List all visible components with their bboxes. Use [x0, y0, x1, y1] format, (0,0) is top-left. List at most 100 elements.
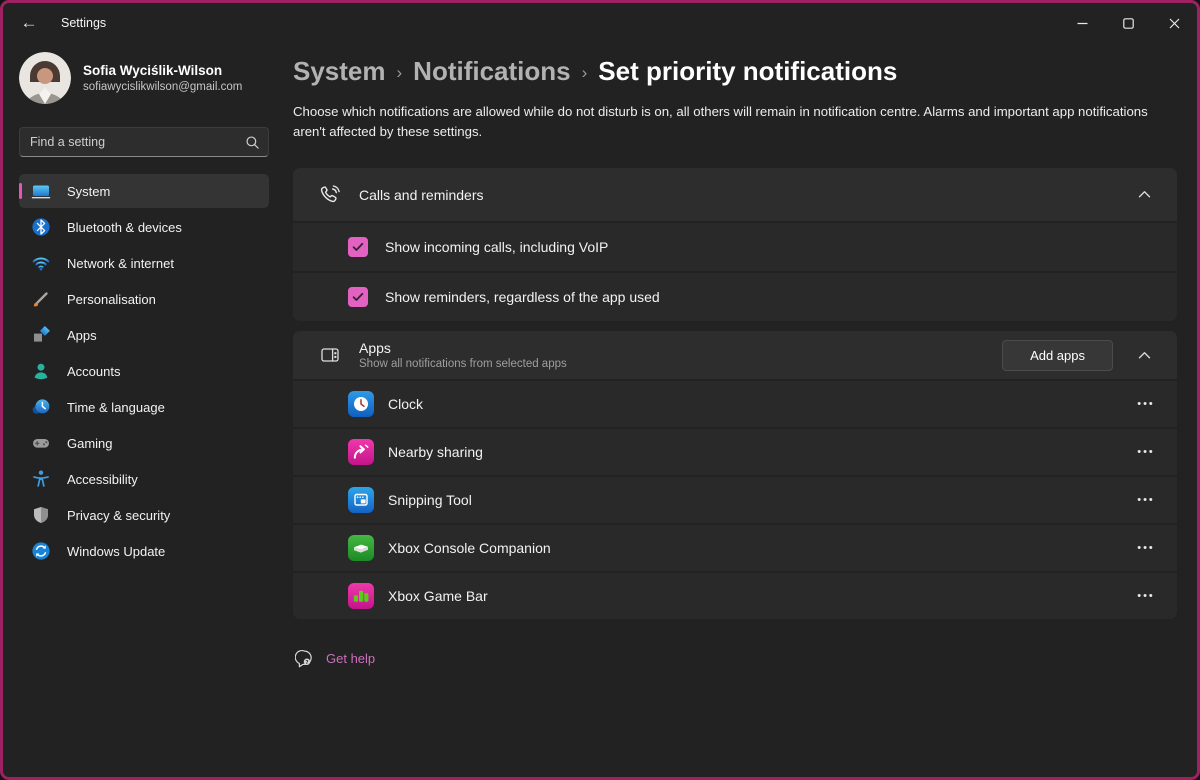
breadcrumb-notifications[interactable]: Notifications	[413, 56, 570, 87]
nearby-sharing-more-options-button[interactable]: •••	[1129, 438, 1163, 466]
calls-reminders-header[interactable]: Calls and reminders	[293, 168, 1177, 221]
help-bubble-icon: ?	[295, 649, 314, 668]
sidebar-item-privacy-security[interactable]: Privacy & security	[19, 498, 269, 532]
app-row-xbox-console-companion: Xbox Console Companion •••	[293, 525, 1177, 571]
profile-email: sofiawycislikwilson@gmail.com	[83, 81, 242, 93]
incoming-calls-row[interactable]: Show incoming calls, including VoIP	[293, 223, 1177, 271]
sidebar-item-label: Network & internet	[67, 256, 174, 271]
sidebar-item-bluetooth-devices[interactable]: Bluetooth & devices	[19, 210, 269, 244]
paintbrush-icon	[31, 289, 51, 309]
sidebar-item-label: System	[67, 184, 110, 199]
app-window-icon	[319, 344, 341, 366]
apps-collapse-button[interactable]	[1129, 340, 1159, 370]
profile-name: Sofia Wyciślik-Wilson	[83, 63, 242, 78]
page-title: Set priority notifications	[598, 56, 897, 87]
accessibility-icon	[31, 469, 51, 489]
sidebar-item-label: Privacy & security	[67, 508, 170, 523]
sidebar-item-network-internet[interactable]: Network & internet	[19, 246, 269, 280]
app-name: Snipping Tool	[388, 492, 472, 508]
breadcrumb-separator: ›	[397, 60, 403, 83]
incoming-calls-label: Show incoming calls, including VoIP	[385, 239, 608, 255]
sidebar-item-label: Accessibility	[67, 472, 138, 487]
sidebar-item-label: Windows Update	[67, 544, 165, 559]
back-arrow-icon: ←	[21, 13, 38, 33]
sidebar-item-windows-update[interactable]: Windows Update	[19, 534, 269, 568]
main-content: System › Notifications › Set priority no…	[283, 43, 1197, 777]
maximize-icon	[1123, 18, 1134, 29]
add-apps-button[interactable]: Add apps	[1002, 340, 1113, 371]
app-name: Nearby sharing	[388, 444, 483, 460]
clock-globe-icon	[31, 397, 51, 417]
clock-app-icon	[348, 391, 374, 417]
incoming-calls-checkbox[interactable]	[348, 237, 368, 257]
search-icon[interactable]	[245, 135, 260, 150]
sidebar-item-time-language[interactable]: Time & language	[19, 390, 269, 424]
shield-icon	[31, 505, 51, 525]
breadcrumb-separator: ›	[582, 60, 588, 83]
sidebar-item-label: Accounts	[67, 364, 120, 379]
get-help-link[interactable]: Get help	[326, 651, 375, 666]
checkmark-icon	[352, 242, 364, 252]
svg-text:?: ?	[305, 660, 308, 666]
settings-window: ← Settings	[0, 0, 1200, 780]
xbox-console-app-icon	[348, 535, 374, 561]
sidebar-item-label: Time & language	[67, 400, 165, 415]
bluetooth-icon	[31, 217, 51, 237]
xbox-game-bar-app-icon	[348, 583, 374, 609]
update-icon	[31, 541, 51, 561]
app-name: Clock	[388, 396, 423, 412]
sidebar-item-system[interactable]: System	[19, 174, 269, 208]
snipping-tool-app-icon	[348, 487, 374, 513]
apps-title: Apps	[359, 340, 567, 356]
search-input[interactable]	[30, 135, 245, 149]
apps-icon	[31, 325, 51, 345]
page-description: Choose which notifications are allowed w…	[293, 102, 1177, 141]
sidebar-item-accessibility[interactable]: Accessibility	[19, 462, 269, 496]
clock-more-options-button[interactable]: •••	[1129, 390, 1163, 418]
reminders-label: Show reminders, regardless of the app us…	[385, 289, 660, 305]
avatar	[19, 52, 71, 104]
gamepad-icon	[31, 433, 51, 453]
app-row-nearby-sharing: Nearby sharing •••	[293, 429, 1177, 475]
xbox-console-more-options-button[interactable]: •••	[1129, 534, 1163, 562]
apps-header[interactable]: Apps Show all notifications from selecte…	[293, 331, 1177, 379]
snipping-tool-more-options-button[interactable]: •••	[1129, 486, 1163, 514]
reminders-checkbox[interactable]	[348, 287, 368, 307]
calls-collapse-button[interactable]	[1129, 180, 1159, 210]
breadcrumb-system[interactable]: System	[293, 56, 386, 87]
sidebar-item-apps[interactable]: Apps	[19, 318, 269, 352]
phone-ringing-icon	[319, 184, 341, 206]
back-button[interactable]: ←	[9, 6, 49, 40]
account-profile[interactable]: Sofia Wyciślik-Wilson sofiawycislikwilso…	[19, 52, 269, 104]
maximize-button[interactable]	[1105, 3, 1151, 43]
close-button[interactable]	[1151, 3, 1197, 43]
calls-reminders-card: Calls and reminders	[293, 168, 1177, 321]
sidebar-item-label: Personalisation	[67, 292, 156, 307]
calls-reminders-title: Calls and reminders	[359, 187, 484, 203]
close-icon	[1169, 18, 1180, 29]
sidebar-item-gaming[interactable]: Gaming	[19, 426, 269, 460]
search-box[interactable]	[19, 127, 269, 157]
breadcrumb: System › Notifications › Set priority no…	[293, 56, 1177, 87]
minimize-button[interactable]	[1059, 3, 1105, 43]
wifi-icon	[31, 253, 51, 273]
sidebar-item-label: Apps	[67, 328, 97, 343]
get-help-row: ? Get help	[295, 649, 1177, 668]
app-name: Xbox Console Companion	[388, 540, 551, 556]
checkmark-icon	[352, 292, 364, 302]
reminders-row[interactable]: Show reminders, regardless of the app us…	[293, 273, 1177, 321]
app-row-clock: Clock •••	[293, 381, 1177, 427]
apps-subtitle: Show all notifications from selected app…	[359, 358, 567, 370]
sidebar-item-personalisation[interactable]: Personalisation	[19, 282, 269, 316]
nearby-sharing-app-icon	[348, 439, 374, 465]
chevron-up-icon	[1138, 351, 1151, 360]
sidebar-item-label: Bluetooth & devices	[67, 220, 182, 235]
app-row-xbox-game-bar: Xbox Game Bar •••	[293, 573, 1177, 619]
sidebar-item-accounts[interactable]: Accounts	[19, 354, 269, 388]
apps-card: Apps Show all notifications from selecte…	[293, 331, 1177, 619]
person-icon	[31, 361, 51, 381]
minimize-icon	[1077, 18, 1088, 29]
titlebar: ← Settings	[3, 3, 1197, 43]
xbox-game-bar-more-options-button[interactable]: •••	[1129, 582, 1163, 610]
app-name: Xbox Game Bar	[388, 588, 488, 604]
